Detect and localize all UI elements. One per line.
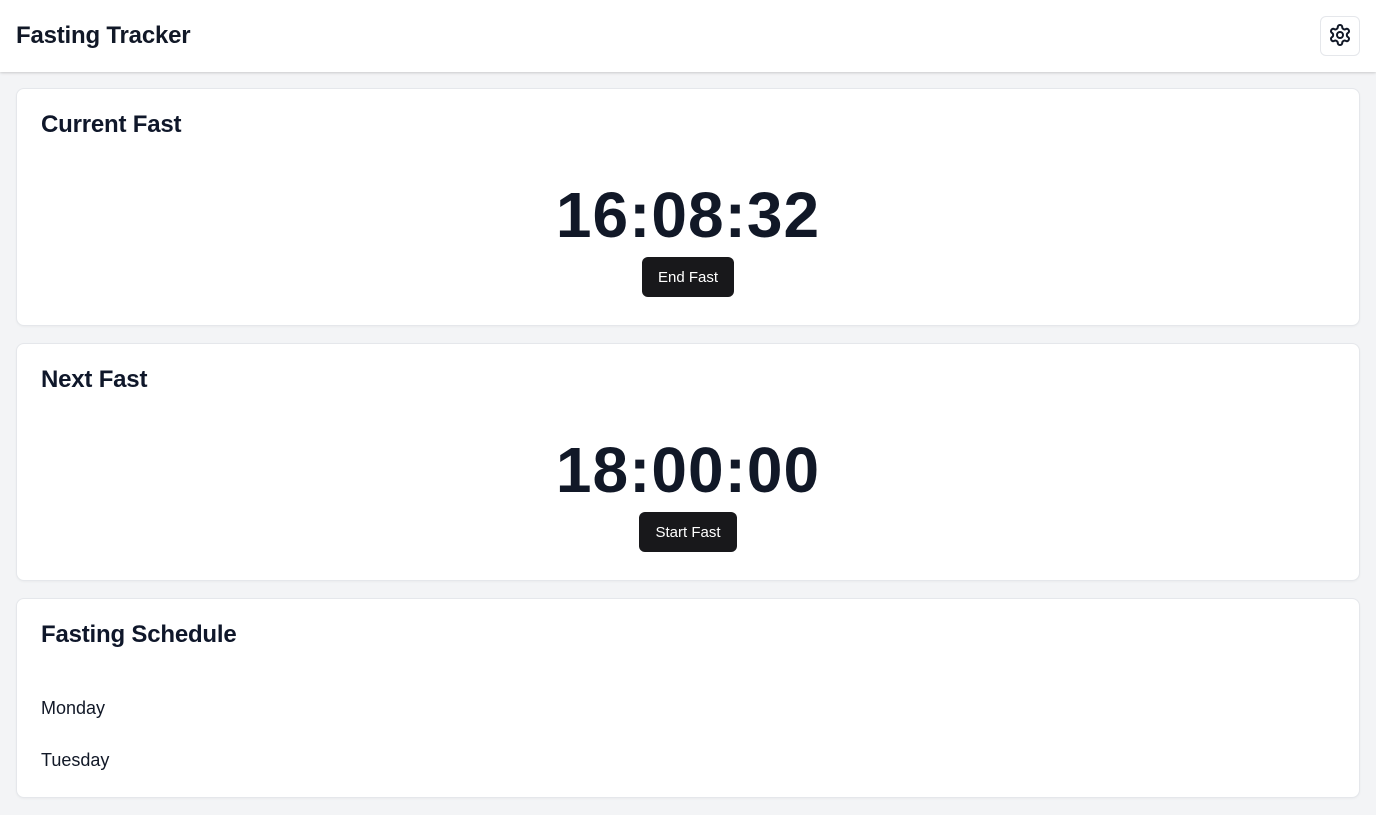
current-fast-timer: 16:08:32 [555, 179, 821, 251]
schedule-list: Monday Tuesday [41, 694, 1335, 798]
current-fast-card: Current Fast 16:08:32 End Fast [16, 88, 1360, 326]
current-fast-timer-area: 16:08:32 End Fast [41, 181, 1335, 297]
main-content: Current Fast 16:08:32 End Fast Next Fast… [16, 88, 1360, 815]
next-fast-title: Next Fast [41, 366, 148, 393]
settings-button[interactable] [1320, 16, 1360, 56]
next-fast-timer-area: 18:00:00 Start Fast [41, 436, 1335, 552]
app-header: Fasting Tracker [0, 0, 1376, 72]
next-fast-timer: 18:00:00 [555, 434, 821, 506]
gear-icon [1328, 23, 1352, 50]
app-title: Fasting Tracker [16, 22, 191, 49]
next-fast-card: Next Fast 18:00:00 Start Fast [16, 343, 1360, 581]
fasting-schedule-title: Fasting Schedule [41, 621, 237, 648]
current-fast-title: Current Fast [41, 111, 182, 138]
start-fast-button[interactable]: Start Fast [639, 512, 737, 552]
end-fast-button[interactable]: End Fast [641, 257, 735, 297]
fasting-schedule-card: Fasting Schedule Monday Tuesday [16, 598, 1360, 798]
schedule-day-tuesday: Tuesday [41, 750, 110, 770]
schedule-day-monday: Monday [41, 698, 106, 718]
